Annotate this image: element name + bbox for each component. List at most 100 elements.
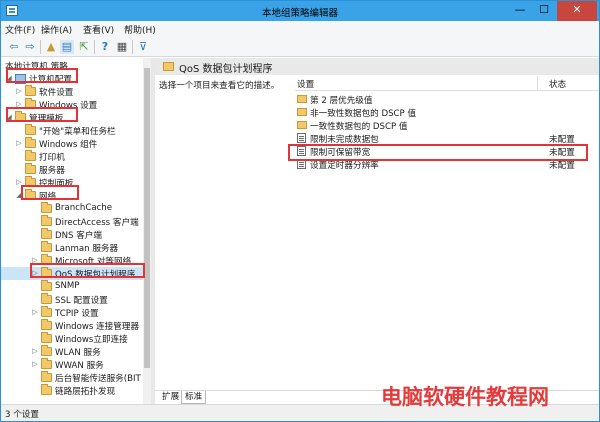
tree-item-label: Windows 组件 <box>39 140 98 150</box>
toolbar-separator <box>40 40 41 54</box>
tree-item-label: 服务器 <box>39 166 65 176</box>
tree-item[interactable]: 链路层拓扑发现 <box>1 384 151 397</box>
expand-arrow-icon[interactable]: ▷ <box>31 306 39 319</box>
folder-icon <box>41 241 52 252</box>
view-icon[interactable]: ▦ <box>115 40 129 54</box>
tree-root[interactable]: 本地计算机 策略 <box>1 59 151 72</box>
list-item[interactable]: 第 2 层优先级值 <box>295 93 585 106</box>
collapse-arrow-icon[interactable]: ◢ <box>5 72 13 85</box>
close-button[interactable]: ✕ <box>557 1 597 21</box>
collapse-arrow-icon[interactable]: ◢ <box>5 111 13 124</box>
list-item[interactable]: 限制可保留带宽 未配置 <box>295 145 585 158</box>
setting-name: 非一致性数据包的 DSCP 值 <box>310 109 417 119</box>
tree-item[interactable]: DirectAccess 客户端 <box>1 215 151 228</box>
policy-setting-icon <box>297 146 306 156</box>
tree-item[interactable]: ▷ TCPIP 设置 <box>1 306 151 319</box>
tree-item-label: WLAN 服务 <box>55 348 101 358</box>
tree-item[interactable]: Lanman 服务器 <box>1 241 151 254</box>
menu-action[interactable]: 操作(A) <box>41 23 72 36</box>
toolbar-separator <box>94 40 95 54</box>
tree-item[interactable]: ▷ WWAN 服务 <box>1 358 151 371</box>
folder-icon <box>41 332 52 343</box>
list-item[interactable]: 一致性数据包的 DSCP 值 <box>295 119 585 132</box>
tree-scrollbar[interactable] <box>143 58 151 404</box>
tab-extended[interactable]: 扩展 <box>159 391 182 404</box>
expand-arrow-icon[interactable]: ▷ <box>15 176 23 189</box>
tree-item[interactable]: ▷ Windows 设置 <box>1 98 151 111</box>
tree-item[interactable]: ▷ WLAN 服务 <box>1 345 151 358</box>
tree-item[interactable]: Windows立即连接 <box>1 332 151 345</box>
title-bar[interactable]: 本地组策略编辑器 — ☐ ✕ <box>1 1 599 21</box>
tree-item[interactable]: ▷ QoS 数据包计划程序 <box>1 267 151 280</box>
back-icon[interactable]: ⇦ <box>7 40 21 54</box>
tree-item[interactable]: SNMP <box>1 280 151 293</box>
up-folder-icon[interactable]: ▲ <box>44 40 58 54</box>
folder-icon <box>297 108 307 116</box>
column-separator[interactable] <box>537 76 538 90</box>
setting-name: 第 2 层优先级值 <box>310 96 373 106</box>
menu-help[interactable]: 帮助(H) <box>124 23 156 36</box>
menu-bar: 文件(F) 操作(A) 查看(V) 帮助(H) <box>1 21 599 37</box>
tree-item-label: DirectAccess 客户端 <box>55 218 139 228</box>
list-item[interactable]: 限制未完成数据包 未配置 <box>295 132 585 145</box>
tree-item-label: WWAN 服务 <box>55 361 104 371</box>
tree-item[interactable]: ◢ 计算机配置 <box>1 72 151 85</box>
setting-state: 未配置 <box>549 148 575 158</box>
folder-icon <box>25 98 36 109</box>
expand-arrow-icon[interactable]: ▷ <box>31 267 39 280</box>
menu-view[interactable]: 查看(V) <box>83 23 114 36</box>
tree-item[interactable]: Windows 连接管理器 <box>1 319 151 332</box>
tree-item[interactable]: 服务器 <box>1 163 151 176</box>
list-item[interactable]: 设置定时器分辨率 未配置 <box>295 158 585 171</box>
tree-item[interactable]: ◢ 网络 <box>1 189 151 202</box>
folder-icon <box>297 95 307 103</box>
tree-item[interactable]: ▷ Microsoft 对等网络 <box>1 254 151 267</box>
tree-item[interactable]: SSL 配置设置 <box>1 293 151 306</box>
tree-item-label: 打印机 <box>39 153 65 163</box>
show-tree-icon[interactable]: ▤ <box>60 40 74 54</box>
expand-arrow-icon[interactable]: ▷ <box>31 345 39 358</box>
tab-standard[interactable]: 标准 <box>181 391 207 404</box>
tree-pane[interactable]: 本地计算机 策略 ◢ 计算机配置 ▷ 软件设置 ▷ Windows 设置 ◢ 管理模板 "开始"… <box>1 58 151 404</box>
folder-icon <box>25 150 36 161</box>
collapse-arrow-icon[interactable]: ◢ <box>15 189 23 202</box>
tree-item[interactable]: ▷ 软件设置 <box>1 85 151 98</box>
tree-item-label: 后台智能传送服务(BIT <box>55 374 141 384</box>
tree-item[interactable]: ◢ 管理模板 <box>1 111 151 124</box>
folder-icon <box>41 293 52 304</box>
help-icon[interactable]: ? <box>98 40 112 54</box>
tree-item[interactable]: ▷ Windows 组件 <box>1 137 151 150</box>
minimize-button[interactable]: — <box>509 1 531 21</box>
tree-item[interactable]: BranchCache <box>1 202 151 215</box>
setting-name: 一致性数据包的 DSCP 值 <box>310 122 408 132</box>
folder-icon <box>15 111 26 122</box>
tree-scrollbar-thumb[interactable] <box>144 68 150 368</box>
folder-icon <box>41 202 52 213</box>
expand-arrow-icon[interactable]: ▷ <box>15 137 23 150</box>
folder-icon <box>41 358 52 369</box>
list-item[interactable]: 非一致性数据包的 DSCP 值 <box>295 106 585 119</box>
tree-item[interactable]: "开始"菜单和任务栏 <box>1 124 151 137</box>
status-text: 3 个设置 <box>5 410 39 420</box>
toolbar: ⇦ ⇨ ▲ ▤ ⇱ ? ▦ ⊽ <box>1 37 599 57</box>
tree-item[interactable]: 后台智能传送服务(BIT <box>1 371 151 384</box>
expand-arrow-icon[interactable]: ▷ <box>15 98 23 111</box>
forward-icon[interactable]: ⇨ <box>23 40 37 54</box>
computer-icon <box>15 74 26 84</box>
expand-arrow-icon[interactable]: ▷ <box>15 85 23 98</box>
setting-state: 未配置 <box>549 135 575 145</box>
filter-icon[interactable]: ⊽ <box>136 40 150 54</box>
folder-icon <box>25 137 36 148</box>
maximize-button[interactable]: ☐ <box>533 1 555 21</box>
tree-item[interactable]: 打印机 <box>1 150 151 163</box>
export-icon[interactable]: ⇱ <box>77 40 91 54</box>
expand-arrow-icon[interactable]: ▷ <box>31 358 39 371</box>
tree-item[interactable]: DNS 客户端 <box>1 228 151 241</box>
folder-icon <box>41 371 52 382</box>
expand-arrow-icon[interactable]: ▷ <box>31 254 39 267</box>
column-header-state[interactable]: 状态 <box>549 78 566 90</box>
menu-file[interactable]: 文件(F) <box>5 23 35 36</box>
tree-item[interactable]: ▷ 控制面板 <box>1 176 151 189</box>
tree-item-label: 链路层拓扑发现 <box>55 387 116 397</box>
column-header-setting[interactable]: 设置 <box>297 78 314 90</box>
